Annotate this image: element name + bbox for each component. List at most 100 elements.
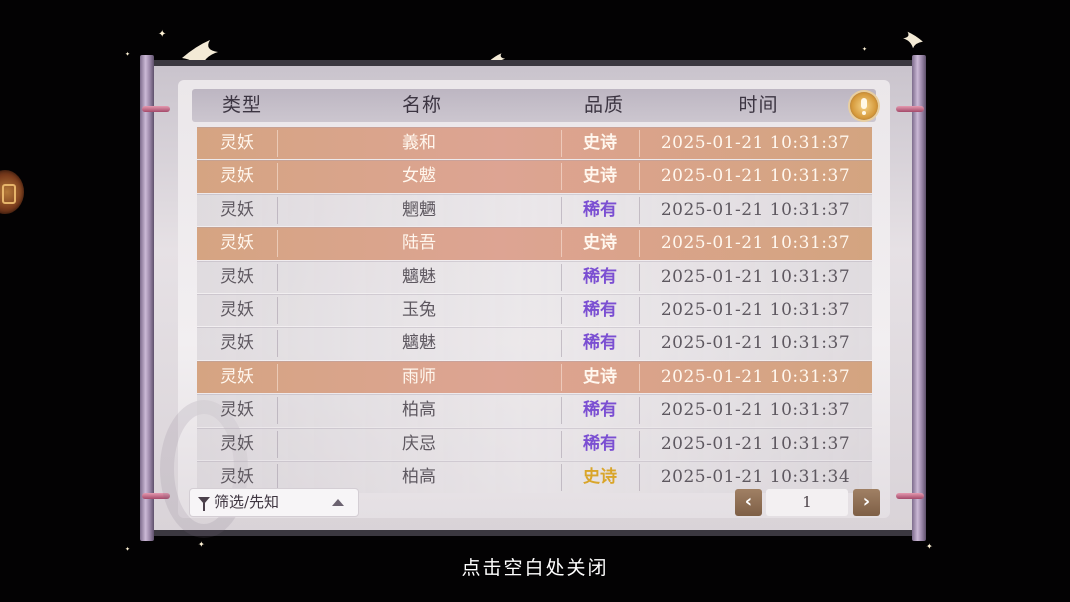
- page-number: 1: [766, 489, 848, 516]
- cell-quality: 史诗: [583, 233, 617, 254]
- column-divider: [277, 430, 278, 458]
- cell-quality: 史诗: [583, 166, 617, 187]
- cell-time: 2025-01-21 10:31:37: [660, 133, 851, 153]
- column-divider: [277, 130, 278, 157]
- column-divider: [277, 330, 278, 358]
- side-event-badge[interactable]: [0, 170, 24, 214]
- table-row: 灵妖 魑魅 稀有 2025-01-21 10:31:37: [197, 260, 872, 293]
- cell-time: 2025-01-21 10:31:37: [660, 299, 851, 320]
- column-divider: [561, 263, 562, 291]
- table-header: 类型 名称 品质 时间: [192, 89, 876, 122]
- column-divider: [561, 430, 562, 458]
- cell-time: 2025-01-21 10:31:37: [660, 199, 851, 220]
- table-row: 灵妖 雨师 史诗 2025-01-21 10:31:37: [197, 360, 872, 394]
- column-divider: [639, 163, 640, 191]
- column-divider: [277, 296, 278, 324]
- swallow-bird-icon: [903, 31, 923, 49]
- cell-time: 2025-01-21 10:31:37: [660, 166, 851, 187]
- column-divider: [639, 196, 640, 224]
- sparkle-decoration: ✦: [862, 46, 868, 53]
- column-divider: [277, 463, 278, 491]
- column-divider: [639, 296, 640, 324]
- column-divider: [561, 196, 562, 224]
- column-divider: [639, 130, 640, 157]
- cell-type: 灵妖: [220, 433, 254, 454]
- cell-quality: 稀有: [583, 199, 617, 220]
- sparkle-decoration: ✦: [198, 540, 205, 549]
- column-divider: [639, 363, 640, 391]
- column-divider: [639, 330, 640, 358]
- column-divider: [277, 163, 278, 191]
- table-row: 灵妖 魑魅 稀有 2025-01-21 10:31:37: [197, 327, 872, 360]
- cell-quality: 稀有: [583, 299, 617, 320]
- column-divider: [561, 130, 562, 157]
- record-list: 灵妖 義和 史诗 2025-01-21 10:31:37 灵妖 女魃 史诗 2025-01-2…: [197, 127, 872, 494]
- header-time: 时间: [738, 94, 779, 116]
- funnel-icon: [198, 497, 210, 511]
- table-row: 灵妖 女魃 史诗 2025-01-21 10:31:37: [197, 160, 872, 193]
- cell-name: 玉兔: [402, 299, 436, 320]
- scroll-bottom-edge: [152, 530, 912, 536]
- cell-type: 灵妖: [220, 333, 254, 354]
- cell-time: 2025-01-21 10:31:37: [660, 433, 851, 454]
- cell-quality: 稀有: [583, 433, 617, 454]
- table-row: 灵妖 庆忌 稀有 2025-01-21 10:31:37: [197, 427, 872, 460]
- sparkle-decoration: ✦: [926, 542, 933, 551]
- cell-type: 灵妖: [220, 299, 254, 320]
- cell-name: 雨师: [402, 366, 436, 387]
- table-row: 灵妖 柏高 稀有 2025-01-21 10:31:37: [197, 394, 872, 427]
- cell-type: 灵妖: [220, 199, 254, 220]
- cell-time: 2025-01-21 10:31:37: [660, 233, 851, 254]
- cell-name: 魑魅: [402, 333, 436, 354]
- cell-name: 魑魅: [402, 266, 436, 287]
- column-divider: [277, 230, 278, 258]
- column-divider: [639, 463, 640, 491]
- cell-name: 庆忌: [402, 433, 436, 454]
- cell-name: 女魃: [402, 166, 436, 187]
- column-divider: [561, 163, 562, 191]
- column-divider: [639, 430, 640, 458]
- cell-quality: 稀有: [583, 266, 617, 287]
- table-row: 灵妖 義和 史诗 2025-01-21 10:31:37: [197, 127, 872, 160]
- column-divider: [277, 196, 278, 224]
- chevron-right-icon[interactable]: ›: [853, 489, 880, 516]
- cell-time: 2025-01-21 10:31:37: [660, 333, 851, 354]
- cell-name: 陆吾: [402, 233, 436, 254]
- filter-button[interactable]: 筛选/先知: [190, 489, 358, 516]
- scroll-top-edge: [152, 60, 912, 66]
- cell-type: 灵妖: [220, 266, 254, 287]
- chevron-left-icon[interactable]: ‹: [735, 489, 762, 516]
- column-divider: [561, 330, 562, 358]
- column-divider: [639, 397, 640, 425]
- cell-type: 灵妖: [220, 233, 254, 254]
- table-row: 灵妖 魍魉 稀有 2025-01-21 10:31:37: [197, 193, 872, 227]
- scroll-right-rod: [912, 55, 926, 541]
- table-row: 灵妖 玉兔 稀有 2025-01-21 10:31:37: [197, 293, 872, 327]
- column-divider: [561, 296, 562, 324]
- header-name: 名称: [401, 94, 442, 116]
- cell-quality: 稀有: [583, 333, 617, 354]
- cell-name: 義和: [402, 133, 436, 153]
- cell-type: 灵妖: [220, 133, 254, 153]
- rod-knob: [142, 106, 170, 112]
- triangle-up-icon: [332, 499, 344, 506]
- cell-quality: 稀有: [583, 400, 617, 421]
- header-quality: 品质: [583, 94, 624, 116]
- lightbulb-icon[interactable]: [850, 92, 878, 120]
- column-divider: [277, 397, 278, 425]
- cell-name: 柏高: [402, 400, 436, 421]
- rod-knob: [896, 106, 924, 112]
- table-row: 灵妖 陆吾 史诗 2025-01-21 10:31:37: [197, 227, 872, 260]
- header-type: 类型: [221, 94, 262, 116]
- cell-time: 2025-01-21 10:31:37: [660, 366, 851, 387]
- rod-knob: [896, 493, 924, 499]
- cell-name: 魍魉: [402, 199, 436, 220]
- column-divider: [561, 397, 562, 425]
- close-hint[interactable]: 点击空白处关闭: [0, 553, 1070, 580]
- cell-type: 灵妖: [220, 400, 254, 421]
- column-divider: [561, 363, 562, 391]
- cell-quality: 史诗: [583, 466, 617, 487]
- cell-time: 2025-01-21 10:31:37: [660, 266, 851, 287]
- column-divider: [277, 263, 278, 291]
- cell-quality: 史诗: [583, 366, 617, 387]
